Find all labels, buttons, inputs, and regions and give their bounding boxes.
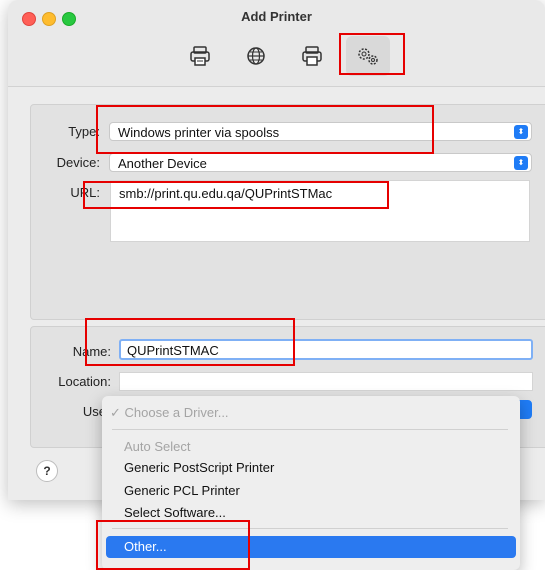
menu-item-auto-select: Auto Select bbox=[124, 439, 191, 454]
device-popup[interactable]: Another Device ⬍ bbox=[109, 153, 532, 172]
location-label: Location: bbox=[58, 374, 111, 389]
help-button[interactable]: ? bbox=[36, 460, 58, 482]
toolbar-windows-button[interactable] bbox=[290, 36, 334, 76]
annotation-box-name bbox=[85, 318, 295, 366]
windows-printer-icon bbox=[302, 46, 322, 66]
menu-separator bbox=[112, 429, 508, 430]
titlebar: Add Printer bbox=[8, 0, 545, 87]
use-label: Use bbox=[82, 404, 106, 419]
annotation-box-other bbox=[96, 520, 250, 570]
toolbar-ip-button[interactable] bbox=[234, 36, 278, 76]
menu-item-generic-pcl[interactable]: Generic PCL Printer bbox=[124, 483, 240, 498]
annotation-box-type bbox=[96, 105, 434, 154]
chevron-updown-icon: ⬍ bbox=[514, 125, 528, 139]
location-field[interactable] bbox=[119, 372, 533, 391]
default-printer-icon bbox=[190, 46, 210, 66]
chevron-updown-icon: ⬍ bbox=[514, 156, 528, 170]
device-label: Device: bbox=[56, 155, 100, 170]
type-label: Type: bbox=[68, 124, 100, 139]
device-value: Another Device bbox=[118, 156, 207, 171]
annotation-box-url bbox=[83, 181, 389, 209]
menu-item-choose-driver: ✓ Choose a Driver... bbox=[110, 405, 229, 420]
menu-item-select-software[interactable]: Select Software... bbox=[124, 505, 226, 520]
ip-globe-icon bbox=[247, 47, 265, 65]
toolbar-default-button[interactable] bbox=[178, 36, 222, 76]
window-title: Add Printer bbox=[241, 9, 312, 24]
menu-item-generic-postscript[interactable]: Generic PostScript Printer bbox=[124, 460, 274, 475]
annotation-box-advanced bbox=[339, 33, 405, 75]
